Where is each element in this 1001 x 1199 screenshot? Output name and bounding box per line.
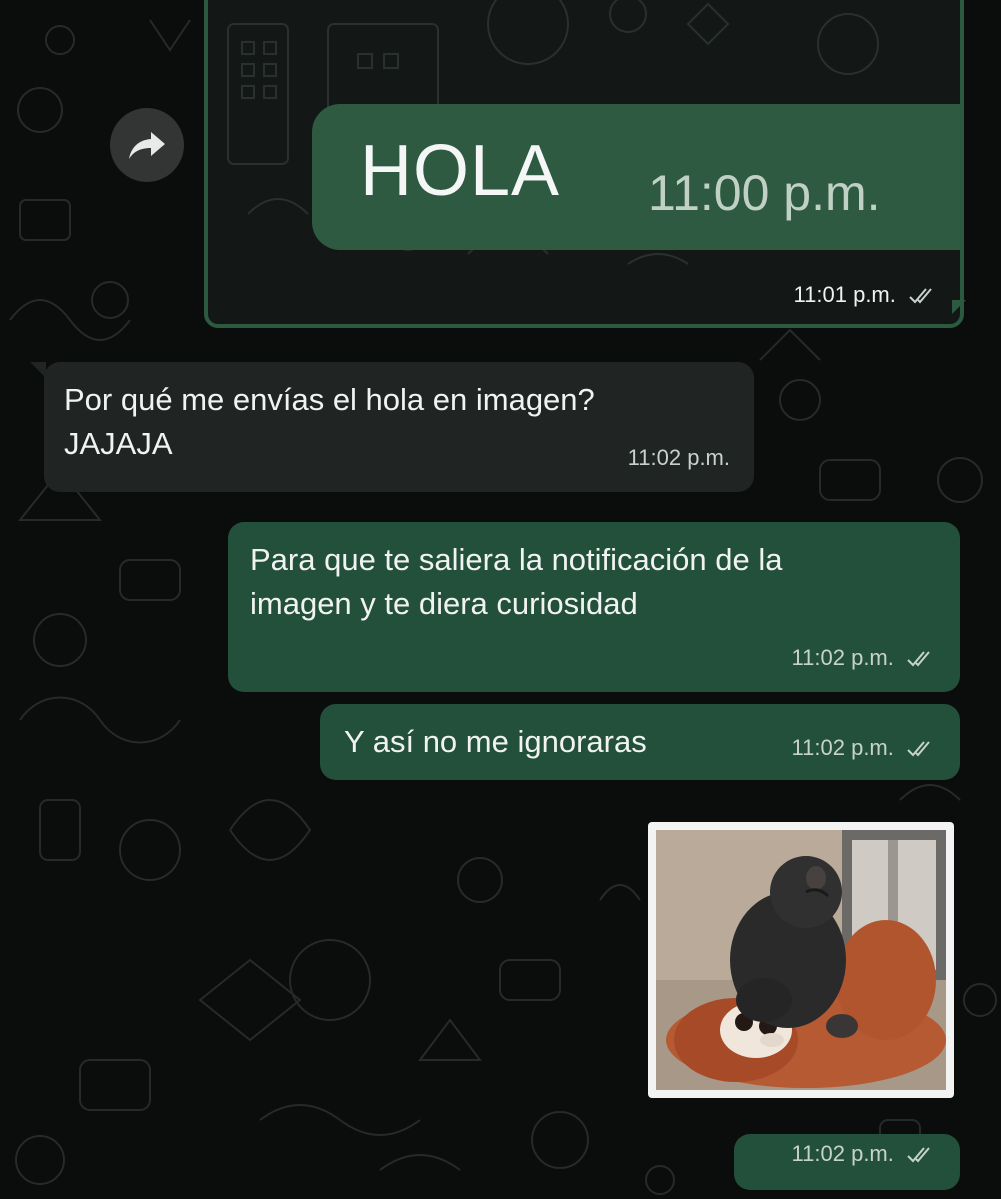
outgoing-message[interactable]: Para que te saliera la notificación de l… [228,522,960,692]
screenshot-message-time: 11:00 p.m. [648,165,881,221]
message-text-line: Para que te saliera la notificación de l… [250,542,783,577]
double-check-icon [907,651,930,667]
image-message-tail [952,300,966,314]
image-message-meta: 11:01 p.m. [794,282,938,308]
double-check-icon [907,1147,930,1163]
forward-icon [129,132,165,159]
incoming-message[interactable]: Por qué me envías el hola en imagen? JAJ… [44,362,754,492]
message-meta: 11:02 p.m. [792,636,936,680]
message-time: 11:02 p.m. [791,645,894,670]
message-meta: 11:02 p.m. [792,726,936,770]
double-check-icon [909,288,932,304]
message-time: 11:01 p.m. [793,282,896,307]
message-time: 11:02 p.m. [791,1141,894,1166]
double-check-icon [907,741,930,757]
sticker-message-meta: 11:02 p.m. [734,1134,960,1190]
monkey-with-plush-image [656,830,946,1090]
sticker-message[interactable] [648,822,954,1098]
outgoing-message[interactable]: Y así no me ignoraras 11:02 p.m. [320,704,960,780]
message-time: 11:02 p.m. [627,445,730,470]
message-time: 11:02 p.m. [791,735,894,760]
message-text-line: imagen y te diera curiosidad [250,586,638,621]
message-meta: 11:02 p.m. [792,1132,936,1176]
image-message-bubble[interactable]: HOLA 11:00 p.m. 11:01 p.m. [204,0,964,328]
forward-button[interactable] [110,108,184,182]
screenshot-message-text: HOLA [360,131,561,211]
message-text-line: Por qué me envías el hola en imagen? [64,382,595,417]
